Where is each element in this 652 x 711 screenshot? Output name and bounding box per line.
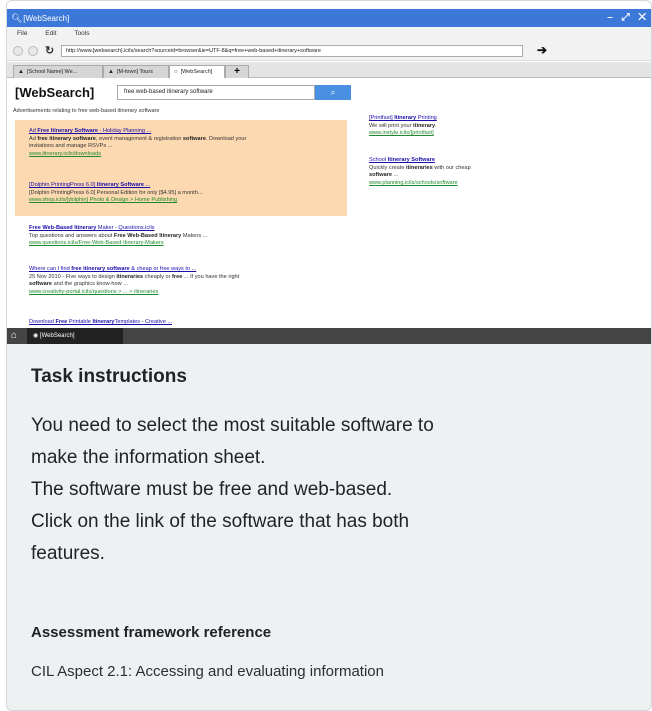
new-tab-button[interactable]: + — [225, 65, 249, 78]
back-button[interactable] — [13, 46, 23, 56]
search-result: Free Web-Based Itinerary Maker - Questio… — [29, 225, 349, 248]
instruction-line: The software must be free and web-based. — [31, 479, 393, 500]
home-icon[interactable]: ⌂ — [11, 330, 25, 342]
result-description: We will print your itinerary. — [369, 122, 437, 129]
forward-button[interactable] — [28, 46, 38, 56]
person-icon: ▲ — [108, 69, 114, 75]
taskbar-item-websearch[interactable]: ◉ [WebSearch] — [27, 328, 123, 344]
search-button[interactable]: ⌕ — [315, 85, 351, 100]
side-ad-result: School Itinerary Software Quickly create… — [369, 157, 539, 187]
result-description: software ... — [369, 172, 399, 179]
address-bar: ↻ http://www.[websearch].icils/search?so… — [7, 41, 651, 61]
search-input[interactable]: free web-based itinerary software — [117, 85, 315, 100]
search-icon: ⌕ — [330, 88, 336, 97]
result-description: Quickly create itineraries with our chea… — [369, 164, 471, 171]
window-titlebar: 🔍︎ [WebSearch] – ⤢ ✕ — [7, 9, 651, 27]
search-result: Where can I find free itinerary software… — [29, 266, 349, 296]
person-icon: ▲ — [18, 69, 24, 75]
tab-websearch[interactable]: ○ [WebSearch] — [169, 65, 225, 78]
ad-result: Ad Free Itinerary Software - Holiday Pla… — [29, 128, 345, 158]
result-url[interactable]: www.questions.icils/Free-Web-Based-Itine… — [29, 240, 349, 248]
instruction-line: Click on the link of the software that h… — [31, 511, 410, 532]
ads-heading: Advertisements relating to free web-base… — [13, 108, 160, 114]
menu-bar: File Edit Tools — [7, 27, 651, 41]
tab-label: [M-town] Tours — [116, 69, 153, 75]
result-description: Ad free itinerary software, event manage… — [29, 135, 247, 142]
tab-label: [School Name] We... — [26, 69, 78, 75]
result-url[interactable]: www.creativity-portal.icils/questions > … — [29, 289, 349, 297]
menu-file[interactable]: File — [17, 30, 27, 37]
tab-bar: ▲ [School Name] We... ▲ [M-town] Tours ○ [W… — [7, 62, 651, 78]
framework-text: CIL Aspect 2.1: Accessing and evaluating… — [31, 663, 384, 680]
ad-link[interactable]: Ad Free Itinerary Software - Holiday Pla… — [29, 128, 345, 136]
task-card: 🔍︎ [WebSearch] – ⤢ ✕ File Edit Tools ↻ h… — [6, 0, 652, 711]
search-icon: 🔍︎ — [11, 13, 23, 23]
instructions-heading: Task instructions — [31, 366, 187, 387]
tab-mtown[interactable]: ▲ [M-town] Tours — [103, 65, 169, 78]
ad-result: [Dolphin PrintingPress 6.0] Itinerary So… — [29, 182, 345, 205]
instructions-text: You need to select the most suitable sof… — [31, 410, 621, 570]
result-link[interactable]: Free Web-Based Itinerary Maker - Questio… — [29, 225, 349, 233]
result-description: invitations and manage RSVPs ... — [29, 143, 113, 150]
result-link[interactable]: Download Free Printable ItineraryTemplat… — [29, 319, 349, 327]
search-page: [WebSearch] free web-based itinerary sof… — [7, 79, 651, 328]
search-icon: ◉ — [33, 333, 39, 339]
taskbar: ⌂ ◉ [WebSearch] — [7, 328, 651, 344]
window-controls[interactable]: – ⤢ ✕ — [607, 9, 649, 27]
taskbar-label: [WebSearch] — [39, 333, 75, 339]
result-url[interactable]: www.instyle.icils/[printfast] — [369, 130, 539, 138]
menu-edit[interactable]: Edit — [45, 30, 56, 37]
menu-tools[interactable]: Tools — [74, 30, 89, 37]
result-url[interactable]: www.itinerary.icils/downloads — [29, 151, 345, 159]
url-field[interactable]: http://www.[websearch].icils/search?sour… — [61, 45, 523, 57]
side-ad-link[interactable]: [Printfast] Itinerary Printing — [369, 115, 539, 123]
instruction-line: features. — [31, 543, 105, 564]
window-title: [WebSearch] — [23, 14, 70, 23]
tab-school[interactable]: ▲ [School Name] We... — [13, 65, 103, 78]
browser-window: 🔍︎ [WebSearch] – ⤢ ✕ File Edit Tools ↻ h… — [7, 1, 651, 344]
result-description: [Dolphin PrintingPress 6.0] Personal Edi… — [29, 189, 203, 196]
result-link[interactable]: Where can I find free itinerary software… — [29, 266, 349, 274]
reload-icon[interactable]: ↻ — [45, 44, 54, 57]
side-ad-link[interactable]: School Itinerary Software — [369, 157, 539, 165]
result-url[interactable]: www.shop.icils/[dolphin] Photo & Design … — [29, 197, 345, 205]
ad-link[interactable]: [Dolphin PrintingPress 6.0] Itinerary So… — [29, 182, 345, 190]
site-logo: [WebSearch] — [15, 85, 95, 100]
search-icon: ○ — [174, 69, 178, 75]
search-result: Download Free Printable ItineraryTemplat… — [29, 319, 349, 327]
result-url[interactable]: www.planning.icils/schools/software — [369, 180, 539, 188]
side-ad-result: [Printfast] Itinerary Printing We will p… — [369, 115, 539, 138]
result-description: 25 Nov 2010 - Five ways to design itiner… — [29, 273, 240, 280]
result-description: software and the graphics know-how ... — [29, 281, 128, 288]
instruction-line: make the information sheet. — [31, 447, 266, 468]
go-arrow-icon[interactable]: ➔ — [537, 43, 547, 57]
tab-label: [WebSearch] — [180, 69, 213, 75]
instructions-panel: Task instructions You need to select the… — [7, 344, 651, 710]
instruction-line: You need to select the most suitable sof… — [31, 415, 434, 436]
framework-heading: Assessment framework reference — [31, 624, 272, 641]
result-description: Top questions and answers about Free Web… — [29, 232, 208, 239]
